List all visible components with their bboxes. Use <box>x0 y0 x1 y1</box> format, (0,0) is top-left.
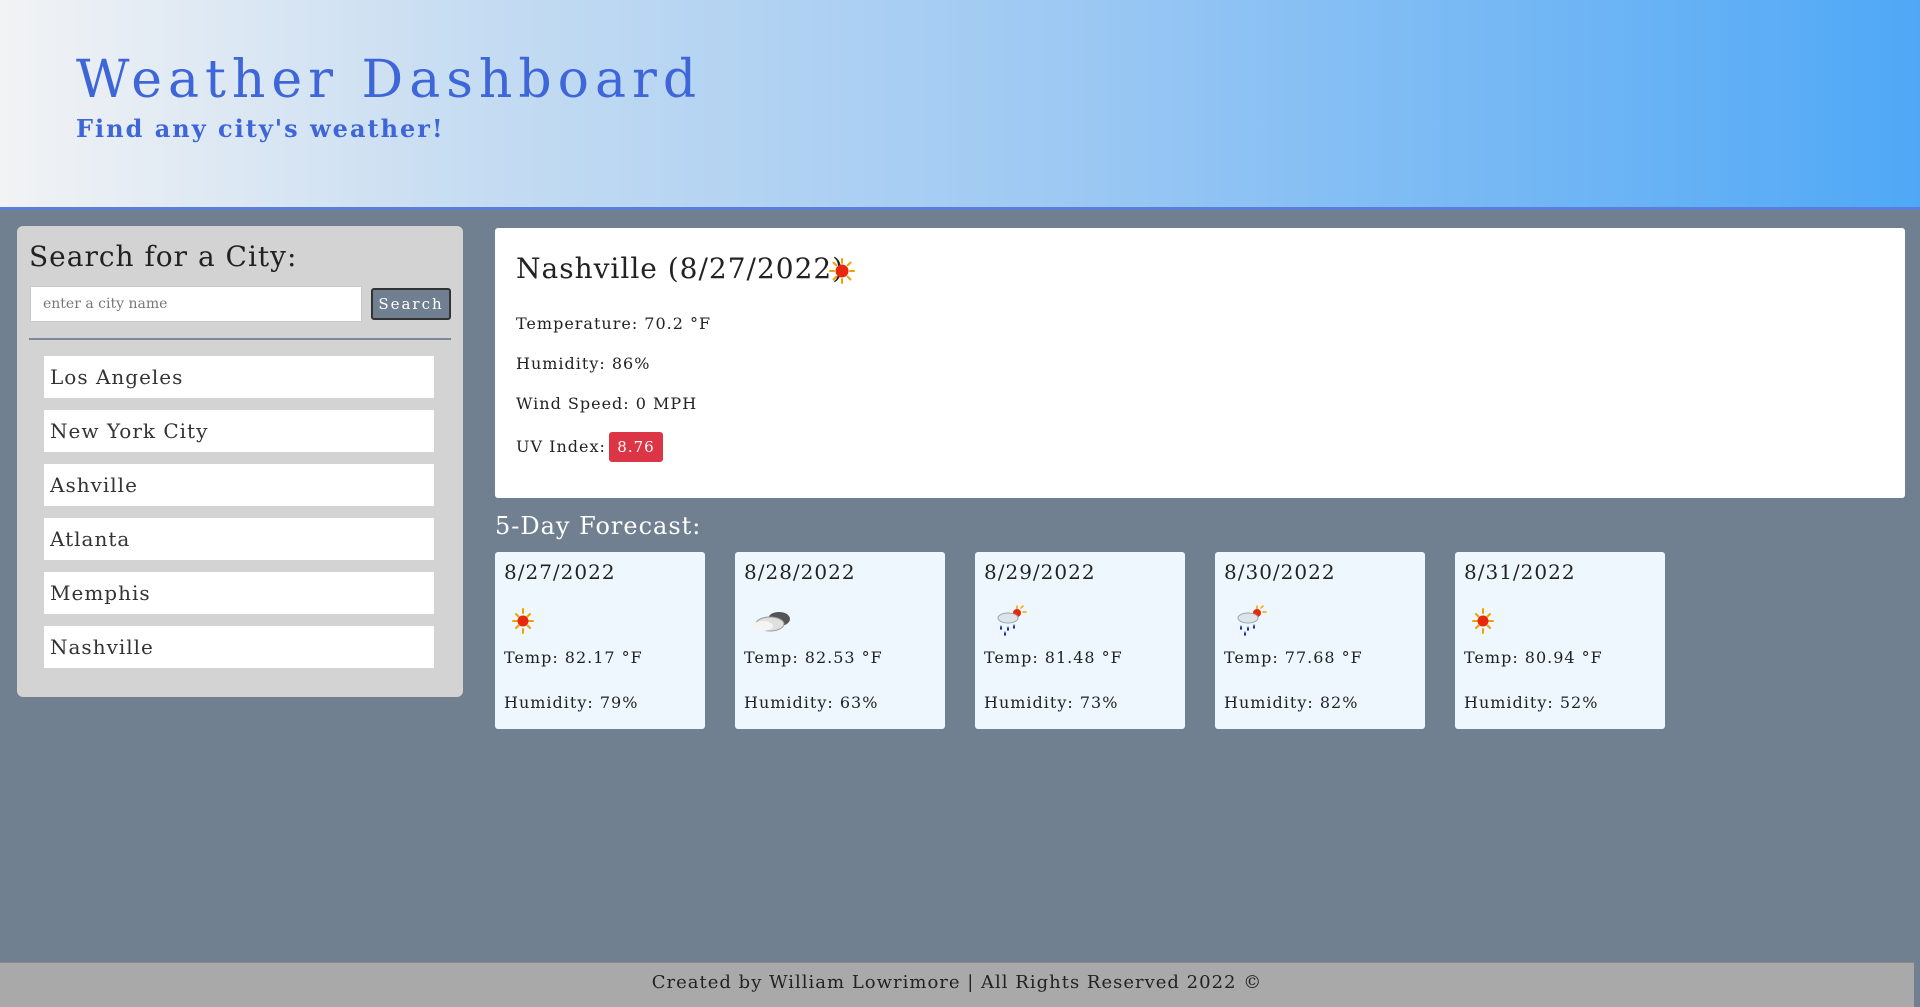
page-footer: Created by William Lowrimore | All Right… <box>0 962 1914 1007</box>
forecast-date: 8/31/2022 <box>1464 560 1576 584</box>
history-city-button[interactable]: Ashville <box>44 464 434 506</box>
current-wind-speed: Wind Speed: 0 MPH <box>516 394 698 413</box>
current-weather-card: Nashville (8/27/2022) Temperature: 70.2 … <box>495 228 1905 498</box>
forecast-date: 8/27/2022 <box>504 560 616 584</box>
forecast-humidity: Humidity: 79% <box>504 693 639 712</box>
page-title: Weather Dashboard <box>76 50 703 110</box>
history-city-button[interactable]: Memphis <box>44 572 434 614</box>
forecast-humidity: Humidity: 82% <box>1224 693 1359 712</box>
uv-index-label: UV Index: <box>516 437 606 456</box>
forecast-humidity: Humidity: 63% <box>744 693 879 712</box>
history-city-button[interactable]: Los Angeles <box>44 356 434 398</box>
current-humidity: Humidity: 86% <box>516 354 651 373</box>
current-city-date: Nashville (8/27/2022) <box>516 252 845 285</box>
forecast-temp: Temp: 80.94 °F <box>1464 648 1603 667</box>
history-city-button[interactable]: New York City <box>44 410 434 452</box>
history-city-button[interactable]: Nashville <box>44 626 434 668</box>
search-heading: Search for a City: <box>29 240 298 273</box>
forecast-humidity: Humidity: 73% <box>984 693 1119 712</box>
forecast-temp: Temp: 81.48 °F <box>984 648 1123 667</box>
forecast-card: 8/30/2022 Temp: 77.68 °F Humidity: 82% <box>1215 552 1425 729</box>
forecast-humidity: Humidity: 52% <box>1464 693 1599 712</box>
forecast-date: 8/29/2022 <box>984 560 1096 584</box>
forecast-card: 8/27/2022 Temp: 82.17 °F Humidity: 79% <box>495 552 705 729</box>
forecast-heading: 5-Day Forecast: <box>495 512 702 540</box>
forecast-date: 8/28/2022 <box>744 560 856 584</box>
sun-icon <box>512 608 534 634</box>
forecast-card: 8/31/2022 Temp: 80.94 °F Humidity: 52% <box>1455 552 1665 729</box>
forecast-card: 8/29/2022 Temp: 81.48 °F Humidity: 73% <box>975 552 1185 729</box>
page-subtitle: Find any city's weather! <box>76 114 445 143</box>
sun-icon <box>1472 608 1494 634</box>
rain-sun-icon <box>997 605 1027 636</box>
header-banner: Weather Dashboard Find any city's weathe… <box>0 0 1920 210</box>
history-city-button[interactable]: Atlanta <box>44 518 434 560</box>
sidebar-divider <box>29 338 451 340</box>
cloud-icon <box>753 612 790 632</box>
forecast-temp: Temp: 77.68 °F <box>1224 648 1363 667</box>
sun-icon <box>829 258 855 284</box>
search-history-list: Los Angeles New York City Ashville Atlan… <box>44 356 434 680</box>
uv-index-badge: 8.76 <box>609 432 663 462</box>
search-sidebar: Search for a City: Search Los Angeles Ne… <box>17 226 463 697</box>
city-search-input[interactable] <box>30 286 362 322</box>
forecast-date: 8/30/2022 <box>1224 560 1336 584</box>
search-button[interactable]: Search <box>371 288 451 320</box>
forecast-temp: Temp: 82.17 °F <box>504 648 643 667</box>
forecast-temp: Temp: 82.53 °F <box>744 648 883 667</box>
rain-sun-icon <box>1237 605 1267 636</box>
forecast-card: 8/28/2022 Temp: 82.53 °F Humidity: 63% <box>735 552 945 729</box>
current-temperature: Temperature: 70.2 °F <box>516 314 712 333</box>
